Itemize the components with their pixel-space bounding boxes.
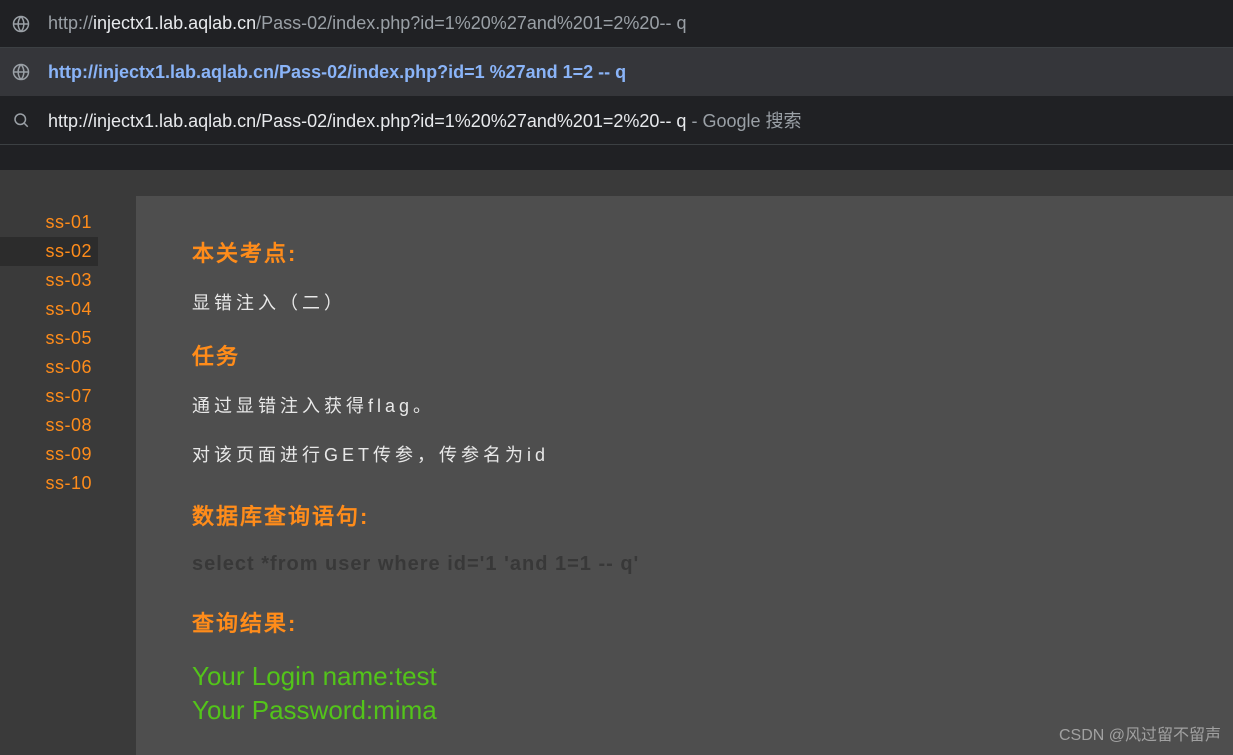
suggestion-text: http://injectx1.lab.aqlab.cn/Pass-02/ind… <box>48 62 626 83</box>
sidebar-item-pass-01[interactable]: ss-01 <box>0 208 98 237</box>
content-panel: 本关考点: 显错注入（二） 任务 通过显错注入获得flag。 对该页面进行GET… <box>136 196 1233 755</box>
url-host: injectx1.lab.aqlab.cn <box>93 13 256 33</box>
sidebar-item-pass-07[interactable]: ss-07 <box>0 382 98 411</box>
text-task-1: 通过显错注入获得flag。 <box>192 393 1177 420</box>
sidebar-item-pass-03[interactable]: ss-03 <box>0 266 98 295</box>
sidebar-item-pass-09[interactable]: ss-09 <box>0 440 98 469</box>
query-result: Your Login name:test Your Password:mima <box>192 660 1177 728</box>
result-login: Your Login name:test <box>192 660 1177 694</box>
url-path: /Pass-02/index.php?id=1%20%27and%201=2%2… <box>256 13 686 33</box>
sidebar-item-pass-10[interactable]: ss-10 <box>0 469 98 498</box>
sql-query: select *from user where id='1 'and 1=1 -… <box>192 553 1177 576</box>
text-keypoints: 显错注入（二） <box>192 290 1177 317</box>
watermark: CSDN @风过留不留声 <box>1059 721 1221 745</box>
url-input[interactable]: http://injectx1.lab.aqlab.cn/Pass-02/ind… <box>48 13 686 34</box>
suggestion-search[interactable]: http://injectx1.lab.aqlab.cn/Pass-02/ind… <box>0 96 1233 144</box>
sidebar-item-pass-05[interactable]: ss-05 <box>0 324 98 353</box>
suggestion-url[interactable]: http://injectx1.lab.aqlab.cn/Pass-02/ind… <box>0 48 1233 96</box>
suggestion-text: http://injectx1.lab.aqlab.cn/Pass-02/ind… <box>48 107 802 133</box>
text-task-2: 对该页面进行GET传参，传参名为id <box>192 442 1177 469</box>
sidebar-item-pass-04[interactable]: ss-04 <box>0 295 98 324</box>
heading-task: 任务 <box>192 339 1177 371</box>
sidebar: ss-01 ss-02 ss-03 ss-04 ss-05 ss-06 ss-0… <box>0 170 98 755</box>
heading-keypoints: 本关考点: <box>192 236 1177 268</box>
globe-icon <box>12 63 30 81</box>
result-password: Your Password:mima <box>192 694 1177 728</box>
url-prefix: http:// <box>48 13 93 33</box>
suggestions-dropdown: http://injectx1.lab.aqlab.cn/Pass-02/ind… <box>0 48 1233 145</box>
search-icon <box>12 111 30 129</box>
address-bar[interactable]: http://injectx1.lab.aqlab.cn/Pass-02/ind… <box>0 0 1233 48</box>
sidebar-item-pass-02[interactable]: ss-02 <box>0 237 98 266</box>
heading-result: 查询结果: <box>192 606 1177 638</box>
sidebar-item-pass-08[interactable]: ss-08 <box>0 411 98 440</box>
sidebar-item-pass-06[interactable]: ss-06 <box>0 353 98 382</box>
page-content: ss-01 ss-02 ss-03 ss-04 ss-05 ss-06 ss-0… <box>0 170 1233 755</box>
heading-query: 数据库查询语句: <box>192 499 1177 531</box>
globe-icon <box>12 15 30 33</box>
